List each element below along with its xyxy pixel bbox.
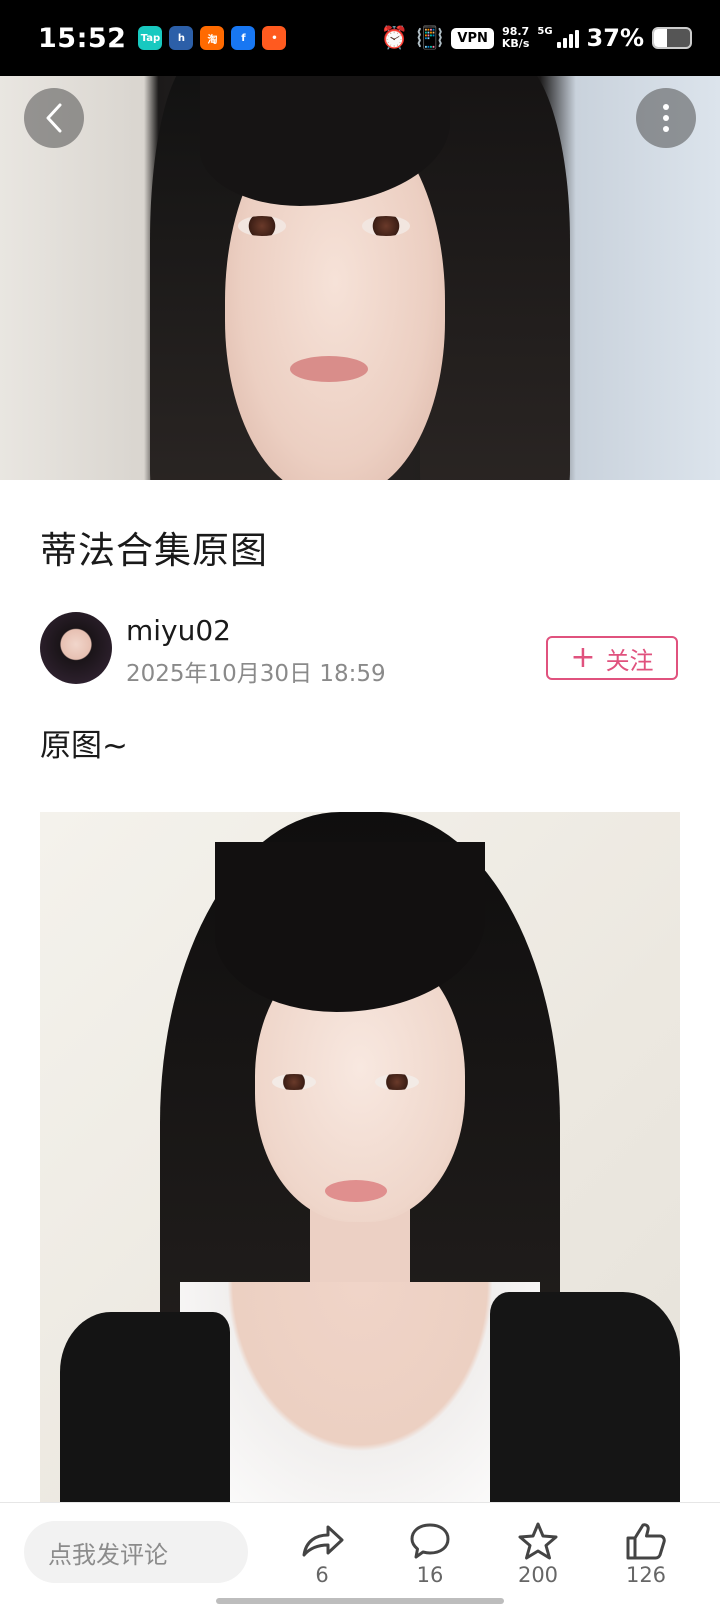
post-title: 蒂法合集原图 [40,529,268,572]
vibrate-icon: 📳 [416,25,444,51]
status-bar: 15:52 Tap h 淘 f • ⏰ 📳 VPN 98.7 KB/s 5G 3… [0,0,720,76]
share-count: 6 [315,1563,329,1587]
chevron-left-icon [46,103,62,133]
avatar[interactable] [40,612,112,684]
facebook-icon: f [231,26,256,50]
post-body: 原图~ [40,728,128,764]
post-image[interactable] [40,812,680,1502]
star-icon [518,1522,558,1560]
comment-input[interactable]: 点我发评论 [24,1521,248,1583]
battery-fill [654,29,668,47]
thumbs-up-icon [626,1523,666,1560]
header-image [0,76,720,480]
taptap-icon: Tap [138,26,163,50]
like-button[interactable]: 126 [606,1521,686,1587]
signal-icon [556,28,579,48]
follow-button[interactable]: + 关注 [546,636,678,680]
share-button[interactable]: 6 [282,1521,362,1587]
post-date: 2025年10月30日 18:59 [126,661,386,687]
bottom-action-bar: 点我发评论 6 16 200 126 [0,1502,720,1608]
share-icon [302,1525,344,1557]
author-name[interactable]: miyu02 [126,614,231,647]
comment-count: 16 [416,1563,444,1587]
author-row: miyu02 2025年10月30日 18:59 + 关注 [40,612,680,687]
status-right: ⏰ 📳 VPN 98.7 KB/s 5G 37% [381,24,692,52]
h-app-icon: h [169,26,194,50]
vpn-badge: VPN [451,27,494,49]
follow-label: 关注 [605,646,654,675]
network-type: 5G [537,26,553,37]
network-speed-unit: KB/s [501,37,530,50]
home-indicator[interactable] [216,1598,504,1604]
favorite-count: 200 [517,1563,559,1587]
back-button[interactable] [24,88,84,148]
alarm-icon: ⏰ [380,25,409,51]
status-time: 15:52 [38,22,127,54]
taobao-icon: 淘 [200,26,225,50]
comment-button[interactable]: 16 [390,1521,470,1587]
like-count: 126 [625,1563,667,1587]
plus-icon: + [570,640,596,675]
more-vertical-icon [663,104,669,132]
status-app-icons: Tap h 淘 f • [138,26,287,50]
battery-icon [652,27,692,49]
network-speed: 98.7 KB/s [502,26,529,50]
more-options-button[interactable] [636,88,696,148]
red-app-icon: • [262,26,287,50]
comment-icon [410,1523,450,1559]
favorite-button[interactable]: 200 [498,1521,578,1587]
battery-percent: 37% [586,24,644,52]
